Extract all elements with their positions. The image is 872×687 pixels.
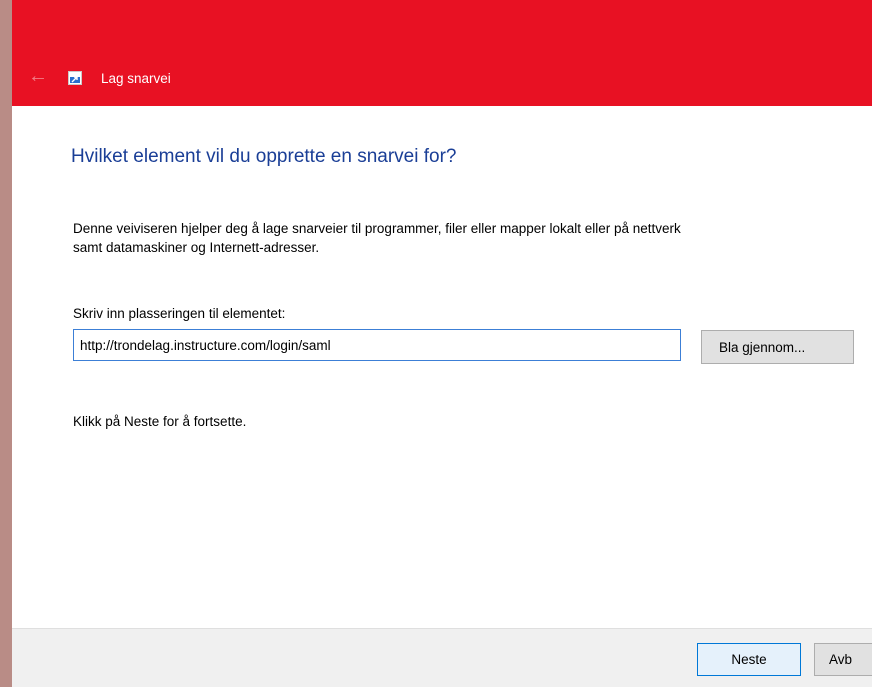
cancel-button[interactable]: Avb [814,643,872,676]
location-label: Skriv inn plasseringen til elementet: [73,306,286,321]
description-line-1: Denne veiviseren hjelper deg å lage snar… [73,221,681,236]
footer-bar: Neste Avb [12,628,872,687]
hint-text: Klikk på Neste for å fortsette. [73,414,247,429]
location-input[interactable] [73,329,681,361]
wizard-content: Hvilket element vil du opprette en snarv… [12,106,872,628]
browse-button[interactable]: Bla gjennom... [701,330,854,364]
back-arrow-icon[interactable]: ← [26,64,50,88]
window-title: Lag snarvei [101,71,171,86]
description: Denne veiviseren hjelper deg å lage snar… [73,219,872,257]
shortcut-icon [68,71,82,85]
description-line-2: samt datamaskiner og Internett-adresser. [73,240,320,255]
create-shortcut-window: ← Lag snarvei Hvilket element vil du opp… [12,0,872,687]
title-bar: ← Lag snarvei [12,0,872,106]
page-heading: Hvilket element vil du opprette en snarv… [71,146,457,167]
next-button[interactable]: Neste [697,643,801,676]
